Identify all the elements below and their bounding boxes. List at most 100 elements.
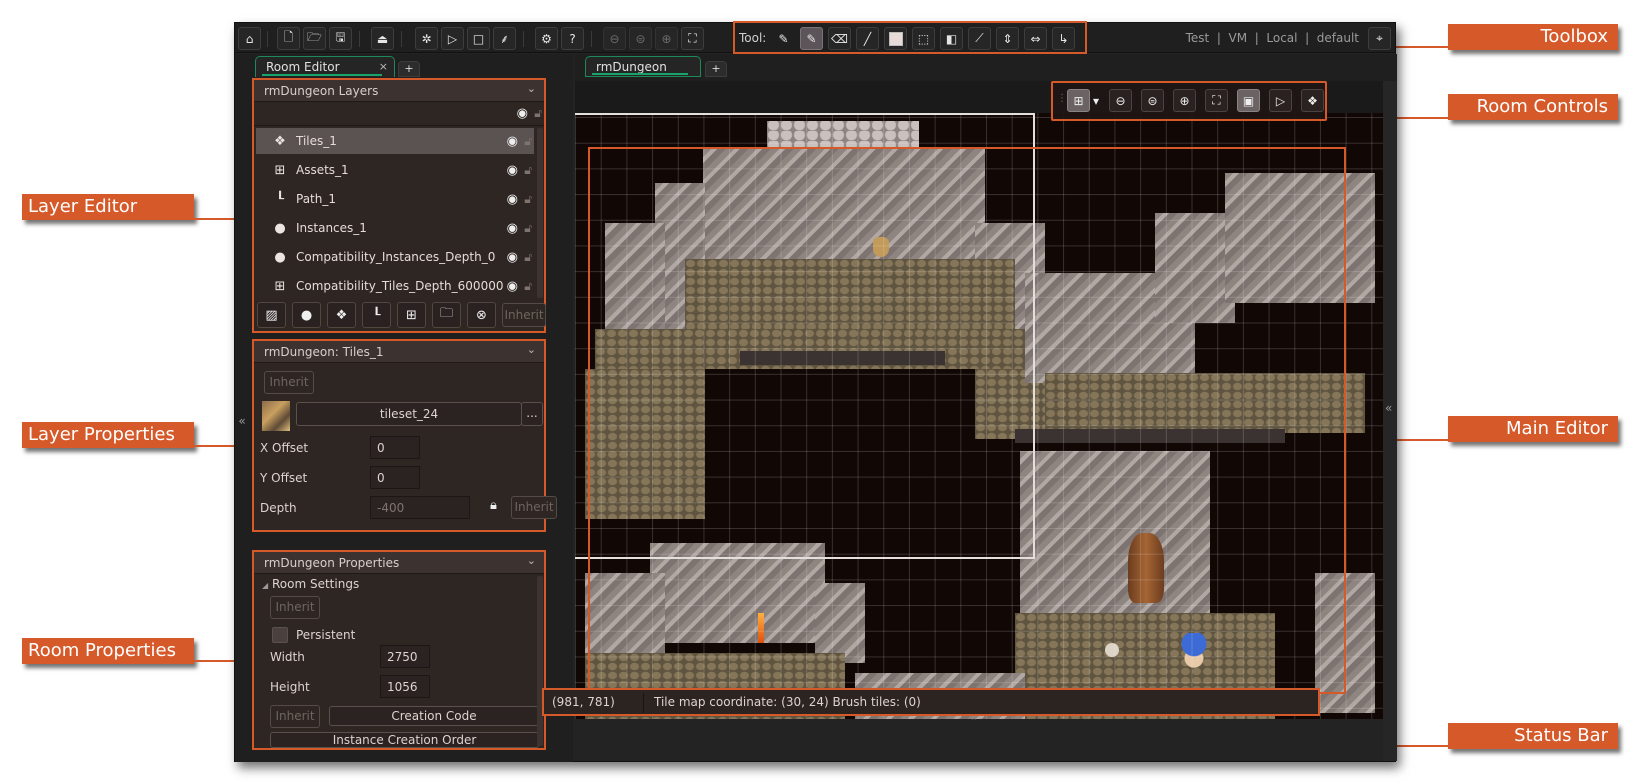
close-icon[interactable]: × <box>379 60 388 73</box>
width-input[interactable]: 2750 <box>380 645 430 668</box>
add-tab-button[interactable]: + <box>398 61 420 77</box>
zoom-out-button[interactable]: ⊖ <box>603 27 626 50</box>
creation-code-button[interactable]: Creation Code <box>329 706 539 726</box>
preferences-button[interactable]: ⚙ <box>535 27 558 50</box>
debug-button[interactable]: ✲ <box>415 27 438 50</box>
clean-button[interactable]: ⸙ <box>493 27 516 50</box>
persistent-checkbox[interactable] <box>272 627 288 643</box>
color-swatch[interactable] <box>884 27 907 50</box>
add-tab-button[interactable]: + <box>705 61 727 77</box>
eye-icon[interactable]: ◉ <box>517 106 528 121</box>
add-folder-button[interactable]: 🗀 <box>432 302 461 328</box>
lock-icon[interactable]: 🔓︎ <box>524 134 532 149</box>
drag-handle-icon[interactable]: ⋮ <box>1057 93 1067 104</box>
x-offset-label: X Offset <box>260 441 309 455</box>
callout-label: Room Properties <box>28 640 176 661</box>
layer-row[interactable]: ┖ Path_1 ◉ 🔓︎ <box>256 186 534 212</box>
add-asset-layer-button[interactable]: ⊞ <box>397 302 426 328</box>
add-instance-layer-button[interactable]: ● <box>292 302 321 328</box>
game-options-button[interactable]: ⛶ <box>681 27 704 50</box>
x-offset-input[interactable]: 0 <box>370 436 420 459</box>
eye-icon[interactable]: ◉ <box>507 279 518 294</box>
depth-input[interactable]: -400 <box>370 496 470 519</box>
chevron-down-icon[interactable]: ⌄ <box>527 82 536 95</box>
chevron-down-icon[interactable]: ⌄ <box>527 343 536 356</box>
lock-icon[interactable]: 🔓︎ <box>524 192 532 207</box>
open-button[interactable]: 🗁 <box>303 27 326 50</box>
new-button[interactable]: 🗋 <box>277 27 300 50</box>
y-offset-input[interactable]: 0 <box>370 466 420 489</box>
room-settings-section[interactable]: ◢ Room Settings <box>262 577 359 591</box>
layers-scrollbar[interactable] <box>537 128 543 298</box>
lock-icon[interactable]: 🔓︎ <box>524 250 532 265</box>
chevron-down-icon[interactable]: ⌄ <box>527 554 536 567</box>
layer-row[interactable]: ● Compatibility_Instances_Depth_0 ◉ 🔓︎ <box>256 244 534 270</box>
flip-tool[interactable]: ⇕ <box>996 27 1019 50</box>
lock-icon[interactable]: 🔒︎ <box>490 498 497 513</box>
add-path-layer-button[interactable]: ┖ <box>362 302 391 328</box>
play-animations-button[interactable]: ▷ <box>1269 89 1292 112</box>
zoom-in-button[interactable]: ⊕ <box>655 27 678 50</box>
layer-row[interactable]: ❖ Tiles_1 ◉ 🔓︎ <box>256 128 534 154</box>
lock-icon[interactable]: 🔓︎ <box>524 163 532 178</box>
zoom-reset-button[interactable]: ⊜ <box>629 27 652 50</box>
lock-icon[interactable]: 🔓︎ <box>534 106 542 121</box>
line-tool[interactable]: ╱ <box>856 27 879 50</box>
zoom-out-button[interactable]: ⊖ <box>1109 89 1132 112</box>
zoom-in-button[interactable]: ⊕ <box>1173 89 1196 112</box>
run-button[interactable]: ▷ <box>441 27 464 50</box>
grid-toggle-button[interactable]: ⊞ <box>1067 89 1090 112</box>
pencil-tool[interactable]: ✎ <box>772 27 795 50</box>
room-properties-header[interactable]: rmDungeon Properties ⌄ <box>254 552 544 574</box>
grid-options-dropdown[interactable]: ▾ <box>1091 89 1101 112</box>
room-inherit-button[interactable]: Inherit <box>270 596 320 619</box>
lock-icon[interactable]: 🔓︎ <box>524 221 532 236</box>
eye-icon[interactable]: ◉ <box>507 250 518 265</box>
tab-rmdungeon[interactable]: rmDungeon <box>585 56 701 77</box>
eye-icon[interactable]: ◉ <box>507 192 518 207</box>
add-tile-layer-button[interactable]: ❖ <box>327 302 356 328</box>
layers-panel-header[interactable]: rmDungeon Layers ⌄ <box>254 80 544 102</box>
instance-creation-order-button[interactable]: Instance Creation Order <box>270 732 539 748</box>
eye-icon[interactable]: ◉ <box>507 163 518 178</box>
layer-properties-header[interactable]: rmDungeon: Tiles_1 ⌄ <box>254 341 544 363</box>
layers-inherit-button[interactable]: Inherit <box>502 303 546 327</box>
delete-layer-button[interactable]: ⊗ <box>467 302 496 328</box>
collapse-left-button[interactable]: « <box>235 414 249 428</box>
creation-inherit-button[interactable]: Inherit <box>270 705 320 728</box>
tileset-more-button[interactable]: ... <box>521 402 543 426</box>
expand-bottom-icon[interactable]: ⌃ <box>970 717 978 727</box>
show-view-button[interactable]: ▣ <box>1237 89 1260 112</box>
brush-tool[interactable]: ✎ <box>800 27 823 50</box>
room-properties-scrollbar[interactable] <box>537 576 543 746</box>
eraser-tool[interactable]: ⌫ <box>828 27 851 50</box>
tileset-selector[interactable]: tileset_24 <box>296 402 522 426</box>
layer-visibility-button[interactable]: ❖ <box>1301 89 1324 112</box>
layer-row[interactable]: ⊞ Compatibility_Tiles_Depth_600000 ◉ 🔓︎ <box>256 273 534 299</box>
rotate-tool[interactable]: ↳ <box>1052 27 1075 50</box>
home-button[interactable]: ⌂ <box>238 27 261 50</box>
target-info[interactable]: Test | VM | Local | default <box>1186 31 1359 45</box>
zoom-reset-button[interactable]: ⊜ <box>1141 89 1164 112</box>
layer-row[interactable]: ⊞ Assets_1 ◉ 🔓︎ <box>256 157 534 183</box>
collapse-right-button[interactable]: « <box>1385 401 1392 415</box>
help-button[interactable]: ? <box>561 27 584 50</box>
fit-to-view-button[interactable]: ⛶ <box>1205 89 1228 112</box>
eye-icon[interactable]: ◉ <box>507 221 518 236</box>
fill-tool[interactable]: ◧ <box>940 27 963 50</box>
lock-icon[interactable]: 🔓︎ <box>524 279 532 294</box>
layer-inherit-button[interactable]: Inherit <box>264 371 314 394</box>
save-button[interactable]: 🖫 <box>329 27 352 50</box>
target-button[interactable]: ⌖ <box>1368 27 1391 50</box>
layer-row[interactable]: ● Instances_1 ◉ 🔓︎ <box>256 215 534 241</box>
stop-button[interactable]: □ <box>467 27 490 50</box>
select-tool[interactable]: ⬚ <box>912 27 935 50</box>
depth-inherit-button[interactable]: Inherit <box>511 496 557 519</box>
add-background-layer-button[interactable]: ▨ <box>257 302 286 328</box>
export-button[interactable]: ⏏ <box>371 27 394 50</box>
height-input[interactable]: 1056 <box>380 675 430 698</box>
tab-room-editor[interactable]: Room Editor × <box>255 56 395 77</box>
picker-tool[interactable]: ⟋ <box>968 27 991 50</box>
mirror-tool[interactable]: ⇔ <box>1024 27 1047 50</box>
eye-icon[interactable]: ◉ <box>507 134 518 149</box>
